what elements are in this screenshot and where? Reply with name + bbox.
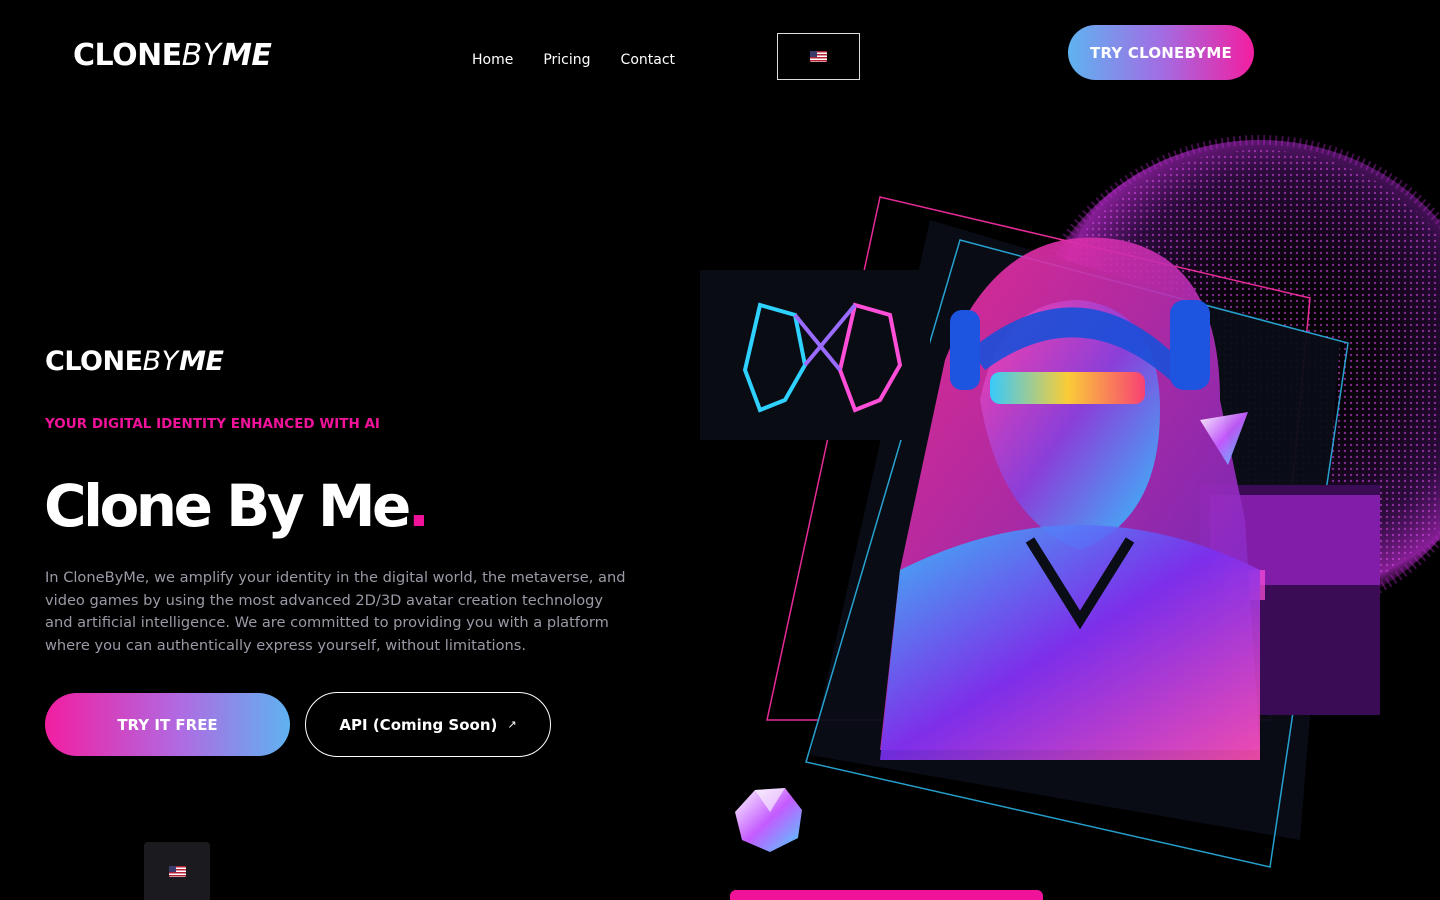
api-coming-soon-button[interactable]: API (Coming Soon) ↗ (305, 692, 551, 757)
language-selector[interactable] (777, 33, 860, 80)
headline-text: Clone By Me (44, 472, 411, 540)
hero-headline: Clone By Me. (44, 466, 430, 546)
logo-part-clone: CLONE (73, 38, 182, 73)
logo-part-me: ME (179, 346, 224, 377)
try-it-free-button[interactable]: TRY IT FREE (45, 693, 290, 756)
try-clonebyme-button[interactable]: TRY CLONEBYME (1068, 25, 1254, 80)
main-nav: Home Pricing Contact (472, 50, 675, 70)
us-flag-icon (810, 51, 827, 62)
header-logo[interactable]: CLONEBYME (73, 38, 272, 74)
nav-home[interactable]: Home (472, 50, 513, 70)
logo-part-by: BY (181, 38, 223, 73)
us-flag-icon (168, 865, 186, 877)
floating-language-switcher[interactable] (144, 842, 210, 900)
headline-dot: . (407, 472, 430, 540)
logo-part-by: BY (142, 346, 180, 377)
page: CLONEBYME Home Pricing Contact TRY CLONE… (0, 0, 1440, 900)
bottom-pink-strip (730, 890, 1043, 900)
hero-logo: CLONEBYME (45, 345, 224, 379)
nav-contact[interactable]: Contact (621, 50, 675, 70)
nav-pricing[interactable]: Pricing (543, 50, 590, 70)
hero-description: In CloneByMe, we amplify your identity i… (45, 569, 626, 654)
hero-tagline: YOUR DIGITAL IDENTITY ENHANCED WITH AI (45, 416, 380, 432)
crystal-gem (735, 788, 802, 852)
logo-part-clone: CLONE (45, 346, 143, 377)
hero-illustration (700, 135, 1440, 868)
logo-part-me: ME (222, 38, 272, 73)
api-button-label: API (Coming Soon) (339, 715, 498, 734)
external-arrow-icon: ↗ (507, 718, 517, 731)
